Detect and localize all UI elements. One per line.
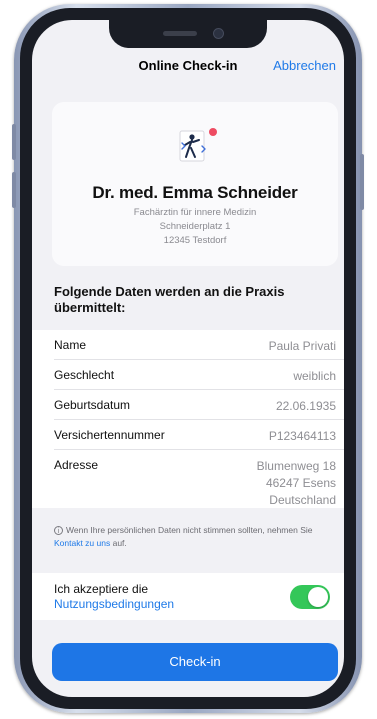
- info-note: i Wenn Ihre persönlichen Daten nicht stim…: [54, 524, 334, 550]
- contact-link[interactable]: Kontakt zu uns: [54, 538, 110, 548]
- info-text-before: Wenn Ihre persönlichen Daten nicht stimm…: [66, 525, 313, 535]
- row-value: P123464113: [268, 429, 336, 443]
- row-label: Adresse: [54, 458, 99, 472]
- row-value: 22.06.1935: [275, 399, 336, 413]
- doctor-figure-logo-icon: [174, 126, 217, 166]
- section-title: Folgende Daten werden an die Praxis über…: [54, 284, 285, 315]
- notification-dot: [209, 128, 217, 136]
- doctor-card: Dr. med. Emma Schneider Fachärztin für i…: [52, 102, 338, 266]
- notch: [109, 20, 267, 48]
- row-value: weiblich: [293, 369, 336, 383]
- terms-row: Ich akzeptiere die Nutzungsbedingungen: [32, 573, 344, 620]
- side-button: [12, 124, 16, 160]
- patient-data-table: Name Paula Privati Geschlecht weiblich G…: [32, 330, 344, 508]
- side-button: [360, 154, 364, 210]
- table-row: Geburtsdatum 22.06.1935: [54, 390, 344, 420]
- side-button: [12, 172, 16, 208]
- row-label: Geburtsdatum: [54, 398, 131, 412]
- table-row: Geschlecht weiblich: [54, 360, 344, 390]
- cancel-button[interactable]: Abbrechen: [273, 58, 336, 73]
- address-line: Blumenweg 18: [256, 459, 336, 473]
- info-text-after: auf.: [110, 538, 127, 548]
- navigation-bar: Online Check-in Abbrechen: [32, 58, 344, 80]
- terms-label: Ich akzeptiere die: [54, 582, 149, 596]
- terms-link[interactable]: Nutzungsbedingungen: [54, 597, 174, 612]
- address-line: Deutschland: [269, 493, 336, 507]
- row-value: Paula Privati: [268, 339, 336, 353]
- doctor-street: Schneiderplatz 1: [159, 221, 231, 232]
- row-label: Name: [54, 338, 87, 352]
- doctor-city: 12345 Testdorf: [163, 235, 227, 246]
- address-value: Blumenweg 18 46247 Esens Deutschland: [257, 458, 336, 509]
- doctor-name: Dr. med. Emma Schneider: [92, 183, 298, 202]
- row-label: Geschlecht: [54, 368, 115, 382]
- terms-toggle[interactable]: [290, 585, 330, 609]
- row-label: Versichertennummer: [54, 428, 165, 442]
- address-line: 46247 Esens: [265, 476, 336, 490]
- terms-text: Ich akzeptiere die Nutzungsbedingungen: [54, 582, 174, 612]
- info-icon: i: [54, 526, 63, 535]
- table-row: Adresse Blumenweg 18 46247 Esens Deutsch…: [54, 450, 344, 508]
- doctor-specialty: Fachärztin für innere Medizin: [133, 207, 257, 218]
- front-camera: [213, 28, 224, 39]
- speaker: [163, 31, 197, 36]
- toggle-knob: [308, 587, 328, 607]
- table-row: Name Paula Privati: [54, 330, 344, 360]
- checkin-button[interactable]: Check-in: [52, 643, 338, 681]
- table-row: Versichertennummer P123464113: [54, 420, 344, 450]
- screen: Online Check-in Abbrechen Dr. med. Emma …: [32, 20, 344, 697]
